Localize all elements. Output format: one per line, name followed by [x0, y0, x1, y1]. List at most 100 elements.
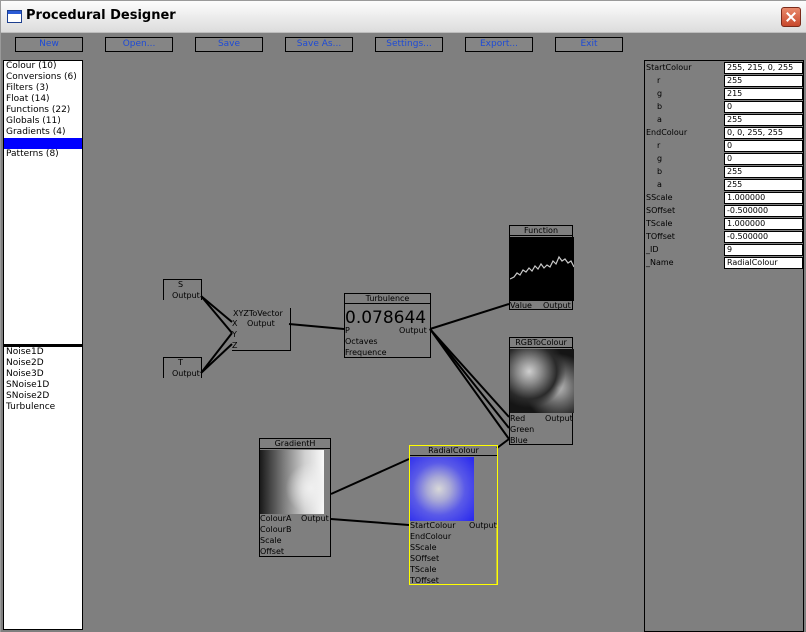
property-value-field[interactable]: 0, 0, 255, 255 [724, 127, 803, 139]
property-row: r 255 [645, 75, 805, 87]
node-rgb-input-red[interactable]: Red [510, 414, 525, 423]
node-gradient-input-colour-b[interactable]: ColourB [260, 525, 291, 534]
title-bar[interactable]: Procedural Designer [1, 1, 806, 33]
property-label: _Name [646, 258, 674, 267]
node-gradient-input-colour-a[interactable]: ColourA [260, 514, 291, 523]
node-turbulence-input-octaves[interactable]: Octaves [345, 337, 378, 346]
property-row: EndColour 0, 0, 255, 255 [645, 127, 805, 139]
close-button[interactable] [781, 7, 801, 27]
property-label: _ID [646, 245, 659, 254]
property-row: TOffset -0.500000 [645, 231, 805, 243]
property-value-field[interactable]: 1.000000 [724, 218, 803, 230]
node-t[interactable]: T Output [163, 357, 202, 378]
toolbar: New Open... Save Save As... Settings... Expor… [1, 33, 806, 59]
category-item[interactable]: Conversions (6) [4, 72, 82, 83]
node-rgb-output[interactable]: Output [545, 414, 573, 423]
property-value-field[interactable]: 1.000000 [724, 192, 803, 204]
node-type-item[interactable]: Noise2D [4, 358, 82, 369]
node-gradient-input-offset[interactable]: Offset [260, 547, 284, 556]
node-gradient-output[interactable]: Output [301, 514, 329, 523]
node-radial-input-soffset[interactable]: SOffset [410, 554, 439, 563]
wire-turb-to-func [429, 303, 510, 330]
category-item[interactable]: Globals (11) [4, 116, 82, 127]
node-type-item[interactable]: SNoise2D [4, 391, 82, 402]
node-rgb-input-green[interactable]: Green [510, 425, 534, 434]
property-value-field[interactable]: 0 [724, 140, 803, 152]
node-type-item[interactable]: Noise3D [4, 369, 82, 380]
wire-turb-to-red [429, 328, 510, 418]
category-item[interactable]: Float (14) [4, 94, 82, 105]
node-s[interactable]: S Output [163, 279, 202, 300]
node-turbulence-input-p[interactable]: P [345, 326, 350, 335]
property-row: a 255 [645, 114, 805, 126]
category-item[interactable]: Functions (22) [4, 105, 82, 116]
wire-s-to-y [200, 295, 233, 334]
property-value-field[interactable]: 0 [724, 153, 803, 165]
property-value-field[interactable]: 0 [724, 101, 803, 113]
property-value-field[interactable]: RadialColour [724, 257, 803, 269]
category-item[interactable]: Gradients (4) [4, 127, 82, 138]
node-s-output[interactable]: Output [172, 291, 200, 300]
export-button[interactable]: Export... [465, 37, 533, 52]
node-turbulence-output[interactable]: Output [399, 326, 427, 335]
property-row: StartColour 255, 215, 0, 255 [645, 62, 805, 74]
save-button[interactable]: Save [195, 37, 263, 52]
node-turbulence-input-frequence[interactable]: Frequence [345, 348, 387, 357]
category-list[interactable]: Colour (10) Conversions (6) Filters (3) Flo… [3, 60, 83, 345]
wire-radial-to-blue [496, 438, 510, 449]
node-gradient-input-scale[interactable]: Scale [260, 536, 282, 545]
settings-button[interactable]: Settings... [375, 37, 443, 52]
node-xyz-input-z[interactable]: Z [232, 341, 237, 350]
node-xyz-input-x[interactable]: X [232, 319, 237, 328]
node-rgb-title: RGBToColour [510, 338, 572, 348]
property-row: _ID 9 [645, 244, 805, 256]
node-radial-input-start-colour[interactable]: StartColour [410, 521, 456, 530]
node-xyz-output[interactable]: Output [247, 319, 275, 328]
node-type-item[interactable]: SNoise1D [4, 380, 82, 391]
category-item[interactable]: Patterns (8) [4, 149, 82, 160]
node-t-output[interactable]: Output [172, 369, 200, 378]
node-function-input-value[interactable]: Value [510, 301, 532, 310]
category-item[interactable]: Filters (3) [4, 83, 82, 94]
category-item[interactable]: Colour (10) [4, 61, 82, 72]
property-row: SScale 1.000000 [645, 192, 805, 204]
property-label: a [657, 180, 662, 189]
window-icon [7, 10, 22, 23]
node-gradient-h[interactable]: GradientH ColourA Output ColourB Scale O… [259, 438, 331, 557]
app-window: Procedural Designer New Open... Save Save A… [0, 0, 806, 632]
property-value-field[interactable]: 255 [724, 179, 803, 191]
node-type-item[interactable]: Turbulence [4, 402, 82, 413]
property-value-field[interactable]: 255 [724, 114, 803, 126]
property-value-field[interactable]: 215 [724, 88, 803, 100]
node-type-item[interactable]: Noise1D [4, 347, 82, 358]
property-value-field[interactable]: 255 [724, 166, 803, 178]
node-function[interactable]: Function Value Output [509, 225, 574, 310]
property-row: _Name RadialColour [645, 257, 805, 269]
property-value-field[interactable]: 255 [724, 75, 803, 87]
property-label: SScale [646, 193, 673, 202]
node-radial-input-tscale[interactable]: TScale [410, 565, 436, 574]
node-xyz-to-vector[interactable]: XYZToVector Output X Y Z [232, 308, 291, 351]
node-rgb-input-blue[interactable]: Blue [510, 436, 528, 445]
property-value-field[interactable]: -0.500000 [724, 205, 803, 217]
property-value-field[interactable]: 255, 215, 0, 255 [724, 62, 803, 74]
node-turbulence[interactable]: Turbulence 0.078644 P Output Octaves Fre… [344, 293, 431, 358]
node-rgb-to-colour[interactable]: RGBToColour Red Output Green Blue [509, 337, 574, 445]
node-function-output[interactable]: Output [543, 301, 571, 310]
open-button[interactable]: Open... [105, 37, 173, 52]
save-as-button[interactable]: Save As... [285, 37, 353, 52]
node-turbulence-value: 0.078644 [345, 308, 427, 328]
exit-button[interactable]: Exit [555, 37, 623, 52]
category-item[interactable]: Noise (6) [4, 138, 82, 149]
node-radial-input-end-colour[interactable]: EndColour [410, 532, 451, 541]
node-radial-input-sscale[interactable]: SScale [410, 543, 437, 552]
node-radial-colour[interactable]: RadialColour StartColour Output EndColou… [409, 445, 498, 585]
property-value-field[interactable]: -0.500000 [724, 231, 803, 243]
new-button[interactable]: New [15, 37, 83, 52]
node-xyz-input-y[interactable]: Y [232, 330, 237, 339]
node-radial-input-toffset[interactable]: TOffset [410, 576, 439, 585]
node-radial-output[interactable]: Output [469, 521, 497, 530]
node-canvas[interactable]: S Output T Output XYZToVector Output X Y… [84, 59, 644, 632]
node-type-list[interactable]: Noise1D Noise2D Noise3D SNoise1D SNoise2D Tur… [3, 345, 83, 630]
property-value-field[interactable]: 9 [724, 244, 803, 256]
